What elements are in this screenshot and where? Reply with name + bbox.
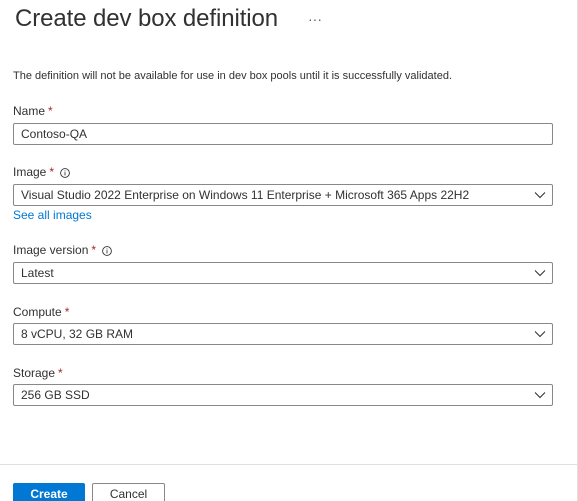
info-icon[interactable] (60, 167, 70, 178)
cancel-button[interactable]: Cancel (92, 483, 165, 501)
image-selected-value: Visual Studio 2022 Enterprise on Windows… (21, 188, 470, 202)
storage-selected-value: 256 GB SSD (21, 388, 90, 402)
chevron-down-icon (528, 385, 552, 405)
storage-label-text: Storage (13, 366, 56, 380)
name-label: Name * (13, 104, 53, 118)
page-title: Create dev box definition (15, 5, 279, 32)
required-marker: * (58, 366, 63, 380)
info-icon[interactable] (102, 245, 112, 256)
required-marker: * (64, 305, 70, 319)
image-version-selected-value: Latest (21, 266, 54, 280)
image-version-label-text: Image version (13, 243, 89, 257)
image-label: Image * (13, 165, 70, 179)
chevron-down-icon (528, 324, 552, 344)
see-all-images-link[interactable]: See all images (13, 208, 92, 222)
name-input[interactable] (13, 123, 553, 145)
chevron-down-icon (528, 263, 552, 283)
storage-dropdown[interactable]: 256 GB SSD (13, 384, 553, 406)
compute-dropdown[interactable]: 8 vCPU, 32 GB RAM (13, 323, 553, 345)
validation-info-message: The definition will not be available for… (13, 70, 453, 82)
create-button[interactable]: Create (13, 483, 85, 501)
name-label-text: Name (13, 104, 46, 118)
image-label-text: Image (13, 165, 47, 179)
storage-label: Storage * (13, 366, 63, 380)
compute-label-text: Compute (13, 305, 62, 319)
compute-label: Compute * (13, 305, 69, 319)
create-dev-box-definition-panel: Create dev box definition ··· The defini… (0, 0, 578, 501)
panel-footer: Create Cancel (0, 464, 577, 501)
more-icon[interactable]: ··· (304, 10, 326, 28)
required-marker: * (91, 243, 97, 257)
compute-selected-value: 8 vCPU, 32 GB RAM (21, 327, 134, 341)
chevron-down-icon (528, 185, 552, 205)
required-marker: * (48, 104, 53, 118)
panel-header: Create dev box definition ··· (15, 4, 326, 34)
image-dropdown[interactable]: Visual Studio 2022 Enterprise on Windows… (13, 184, 553, 206)
required-marker: * (49, 165, 55, 179)
image-version-label: Image version * (13, 243, 112, 257)
image-version-dropdown[interactable]: Latest (13, 262, 553, 284)
